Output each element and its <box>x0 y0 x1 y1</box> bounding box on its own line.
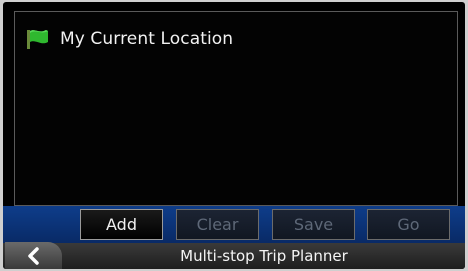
button-bar: Add Clear Save Go <box>3 206 465 243</box>
back-arrow-icon <box>27 246 39 265</box>
screen: My Current Location Add Clear Save Go Mu… <box>3 2 465 269</box>
back-button[interactable] <box>5 242 62 269</box>
list-item-label: My Current Location <box>60 29 234 49</box>
stop-list: My Current Location <box>14 11 458 206</box>
device-frame: My Current Location Add Clear Save Go Mu… <box>0 0 468 271</box>
list-item-current-location[interactable]: My Current Location <box>26 28 233 50</box>
green-flag-icon <box>27 30 48 49</box>
page-title: Multi-stop Trip Planner <box>180 247 348 265</box>
go-button[interactable]: Go <box>367 209 450 240</box>
clear-button[interactable]: Clear <box>176 209 259 240</box>
add-button[interactable]: Add <box>80 209 163 240</box>
save-button[interactable]: Save <box>272 209 355 240</box>
